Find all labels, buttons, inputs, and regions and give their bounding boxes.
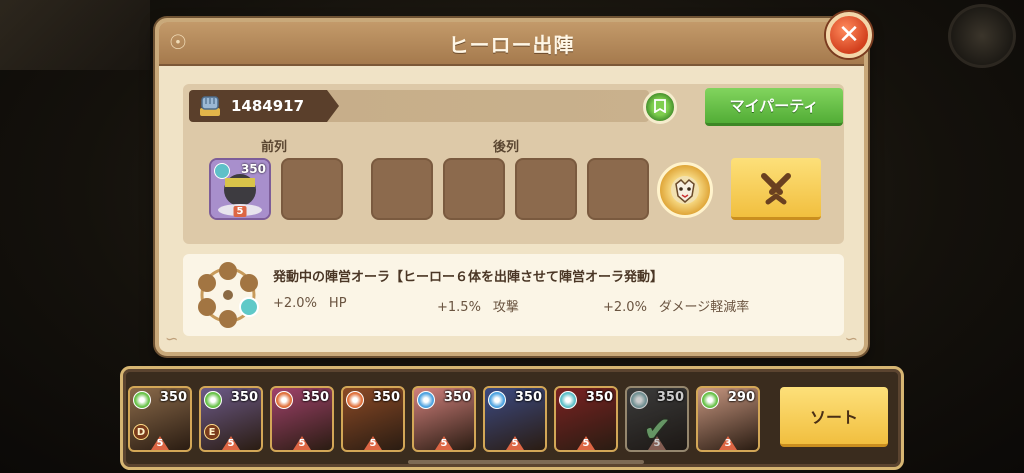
hero-level: 290 — [727, 390, 755, 405]
nature-icon — [204, 391, 222, 409]
roster-hero-card[interactable]: 350 5 — [412, 386, 476, 452]
back-slot-2-empty[interactable] — [443, 158, 505, 220]
close-button[interactable]: ✕ — [826, 12, 872, 58]
my-party-button[interactable]: マイパーティ — [705, 88, 843, 126]
hero-stars: 5 — [506, 436, 524, 450]
roster-scrollbar[interactable] — [408, 460, 644, 464]
hero-level: 350 — [443, 390, 471, 405]
corner-ornament-icon: ∽ — [165, 329, 179, 348]
background-ui-top-left — [0, 0, 150, 70]
swirl-ornament-icon: ☉ — [169, 30, 187, 54]
sort-button[interactable]: ソート — [780, 387, 888, 447]
checkmark-icon: ✔ — [643, 410, 672, 450]
fist-icon — [197, 94, 223, 118]
hero-level: 350 — [230, 390, 258, 405]
back-slot-1-empty[interactable] — [371, 158, 433, 220]
front-slot-2-empty[interactable] — [281, 158, 343, 220]
back-row-label: 後列 — [493, 140, 520, 155]
hero-level: 350 — [585, 390, 613, 405]
hero-stars: 5 — [435, 436, 453, 450]
pet-coin-button[interactable] — [657, 162, 713, 218]
skull-icon — [214, 163, 230, 179]
roster-hero-card[interactable]: 350 5 — [554, 386, 618, 452]
roster-hero-card[interactable]: 350 D 5 — [128, 386, 192, 452]
hero-stars: 5 — [364, 436, 382, 450]
hero-stars: 3 — [719, 436, 737, 450]
roster-hero-card[interactable]: 350 5 ✔ — [625, 386, 689, 452]
hero-level: 350 — [372, 390, 400, 405]
hero-stars: 5 — [151, 436, 169, 450]
front-slot-1-hero[interactable]: 350 5 — [209, 158, 271, 220]
dialog-header: ☉ ヒーロー出陣 — [159, 22, 864, 66]
nature-icon — [701, 391, 719, 409]
bookmark-icon — [654, 98, 666, 117]
hero-stars: 5 — [233, 206, 247, 217]
roster-hero-card[interactable]: 350 5 — [270, 386, 334, 452]
hero-level: 350 — [514, 390, 542, 405]
hero-stars: 5 — [293, 436, 311, 450]
hero-stars: 5 — [577, 436, 595, 450]
roster-hero-card[interactable]: 350 5 — [483, 386, 547, 452]
skull-icon — [630, 391, 648, 409]
holy-icon — [417, 391, 435, 409]
hero-level: 350 — [240, 162, 266, 176]
hero-grade-badge: E — [204, 424, 220, 440]
aura-stat-hp: +2.0% HP — [273, 296, 347, 311]
hero-level: 350 — [301, 390, 329, 405]
skull-icon — [559, 391, 577, 409]
team-power: 1484917 — [189, 90, 339, 122]
aura-title: 発動中の陣営オーラ【ヒーロー６体を出陣させて陣営オーラ発動】 — [273, 270, 664, 285]
hero-level: 350 — [656, 390, 684, 405]
aura-ring-icon — [198, 262, 259, 328]
lineup-panel: 1484917 マイパーティ 前列 後列 350 5 — [183, 84, 844, 244]
front-row-label: 前列 — [261, 140, 288, 155]
background-avatar-button — [948, 4, 1016, 68]
close-icon: ✕ — [838, 20, 860, 50]
bookmark-button[interactable] — [643, 90, 677, 124]
holy-icon — [488, 391, 506, 409]
hero-grade-badge: D — [133, 424, 149, 440]
roster-hero-card[interactable]: 350 5 — [341, 386, 405, 452]
hero-deploy-dialog: ☉ ヒーロー出陣 ∽ ∽ 1484917 マイパーティ 前列 後列 350 5 … — [155, 18, 868, 356]
fire-icon — [346, 391, 364, 409]
roster-hero-card[interactable]: 290 3 — [696, 386, 760, 452]
aura-stat-attack: +1.5% 攻撃 — [437, 300, 519, 315]
aura-stat-damage-reduction: +2.0% ダメージ軽減率 — [603, 300, 750, 315]
hero-stars: 5 — [222, 436, 240, 450]
crossed-swords-icon — [761, 172, 791, 204]
dialog-title: ヒーロー出陣 — [448, 32, 575, 57]
nature-icon — [133, 391, 151, 409]
faction-aura-panel: 発動中の陣営オーラ【ヒーロー６体を出陣させて陣営オーラ発動】 +2.0% HP +… — [183, 254, 844, 336]
battle-button[interactable] — [731, 158, 821, 220]
fire-icon — [275, 391, 293, 409]
beast-icon — [671, 176, 699, 204]
back-slot-4-empty[interactable] — [587, 158, 649, 220]
hero-level: 350 — [159, 390, 187, 405]
power-value: 1484917 — [231, 97, 305, 115]
corner-ornament-icon: ∽ — [844, 329, 858, 348]
roster-hero-card[interactable]: 350 E 5 — [199, 386, 263, 452]
back-slot-3-empty[interactable] — [515, 158, 577, 220]
